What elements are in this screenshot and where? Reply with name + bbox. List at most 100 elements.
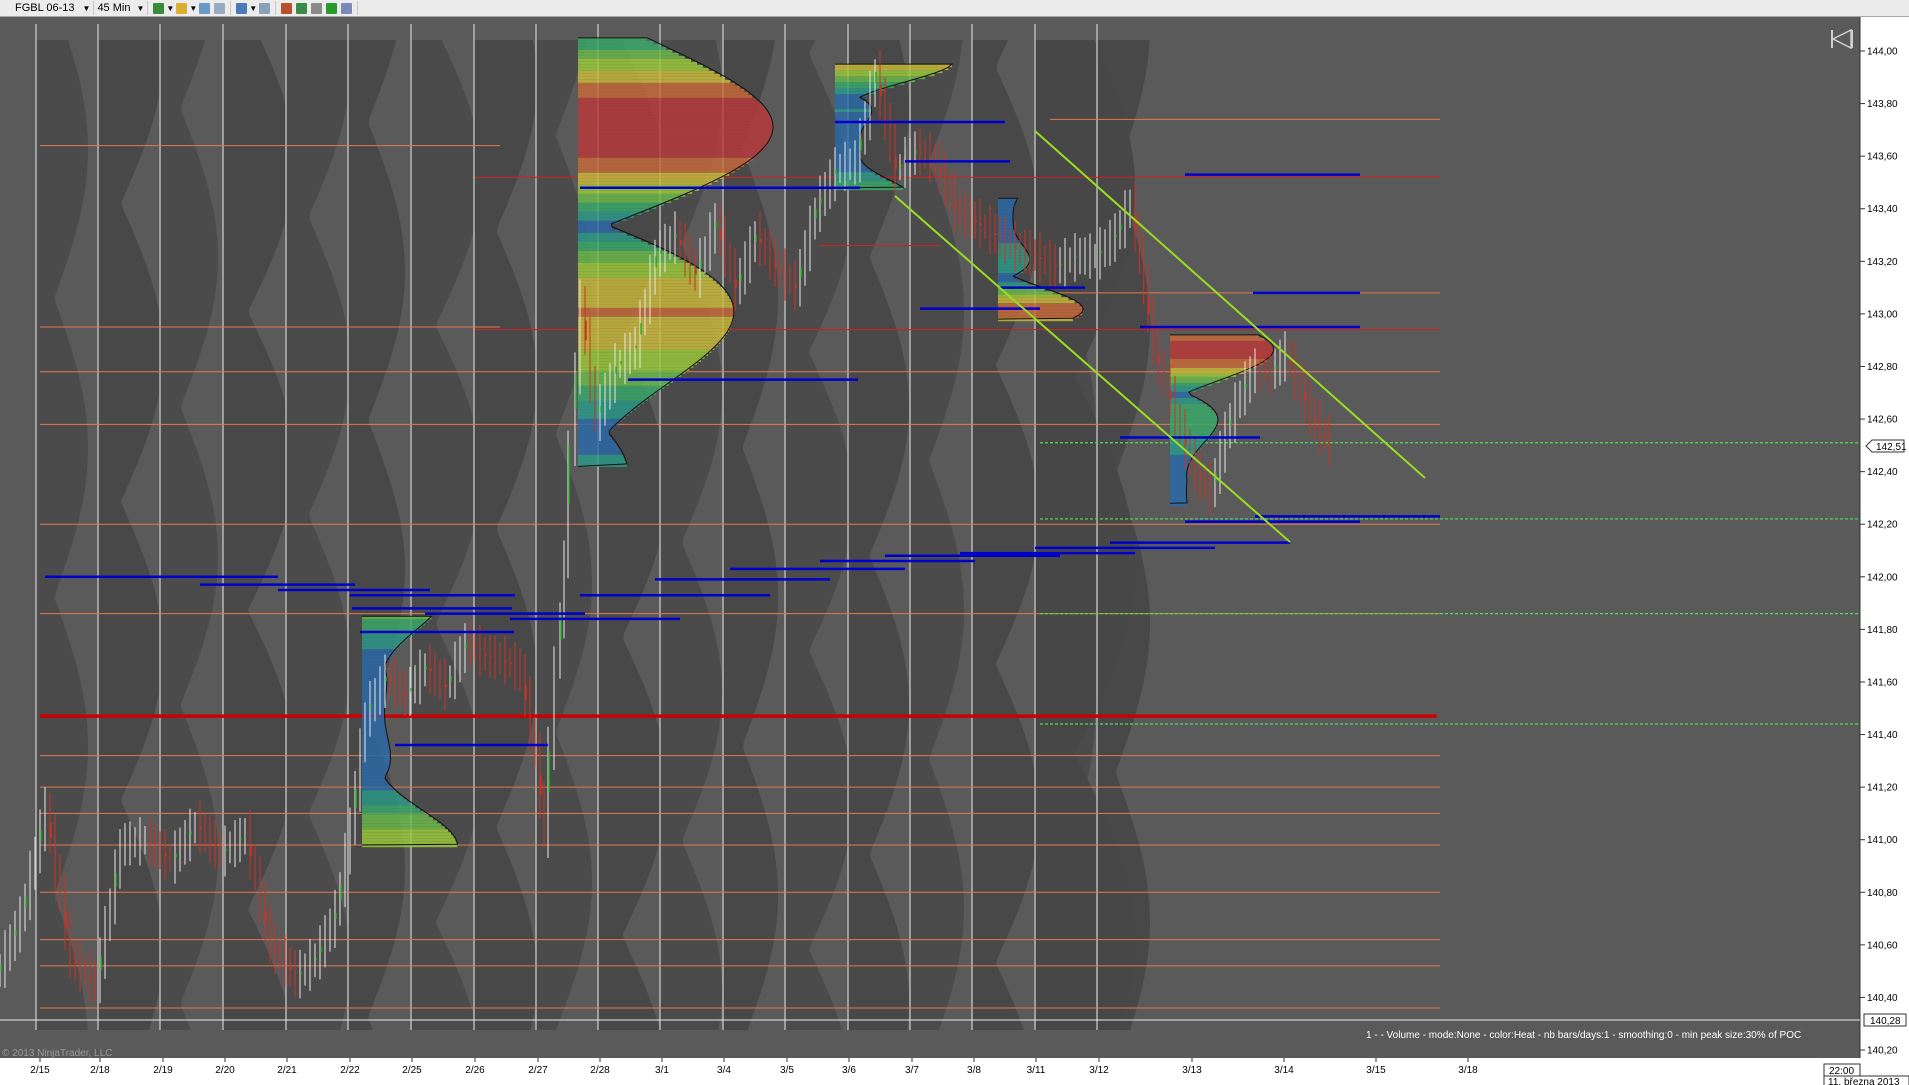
magnifier-icon[interactable] (259, 2, 271, 14)
time-tick-label: 2/18 (90, 1065, 110, 1076)
strategies-icon[interactable] (311, 2, 323, 14)
zoom-in-icon[interactable] (199, 2, 211, 14)
heat-profile-row (1170, 484, 1187, 488)
heat-profile-row (362, 820, 438, 824)
heat-profile-row (362, 748, 390, 752)
crosshair-icon[interactable] (236, 2, 248, 14)
heat-profile-row (1170, 427, 1216, 431)
heat-profile-row (578, 295, 730, 299)
heat-profile-row (578, 424, 616, 428)
heat-profile-row (835, 133, 861, 137)
heat-profile-row (578, 319, 733, 323)
chevron-down-icon[interactable]: ▼ (83, 4, 91, 13)
heat-profile-row (998, 303, 1080, 307)
heat-profile-row (578, 370, 686, 374)
chart-properties-icon[interactable] (281, 2, 293, 14)
heat-profile-row (578, 448, 621, 452)
chart-toolbar: FGBL 06-13 ▼ 45 Min ▼ ▼ ▼ ▼ (0, 0, 1909, 17)
instrument-selector[interactable]: FGBL 06-13 ▼ (0, 1, 95, 15)
money-icon[interactable] (326, 2, 338, 14)
time-tick-label: 3/1 (655, 1065, 669, 1076)
time-tick-label: 2/19 (153, 1065, 173, 1076)
heat-profile-row (362, 751, 391, 755)
heat-profile-row (578, 130, 773, 134)
heat-profile-row (578, 274, 709, 278)
heat-profile-row (578, 238, 641, 242)
chevron-down-icon[interactable]: ▼ (166, 4, 174, 13)
heat-profile-row (1170, 493, 1187, 497)
heat-profile-row (1170, 358, 1268, 362)
time-tick-label: 3/12 (1089, 1065, 1109, 1076)
heat-profile-row (362, 778, 385, 782)
heat-profile-row (998, 252, 1028, 256)
heat-profile-row (1170, 349, 1274, 353)
time-tick-label: 2/28 (590, 1065, 610, 1076)
time-tick-label: 3/18 (1458, 1065, 1478, 1076)
heat-profile-row (578, 109, 767, 113)
heat-profile-row (362, 646, 399, 650)
heat-profile-row (578, 355, 705, 359)
heat-profile-row (578, 154, 757, 158)
pencil-icon[interactable] (176, 2, 188, 14)
interval-selector[interactable]: 45 Min ▼ (94, 1, 149, 15)
heat-profile-row (835, 127, 864, 131)
heat-profile-row (998, 312, 1082, 316)
heat-profile-row (998, 207, 1014, 211)
heat-profile-row (362, 760, 391, 764)
price-tick-label: 142,40 (1867, 467, 1898, 478)
heat-profile-row (1170, 442, 1204, 446)
chevron-down-icon[interactable]: ▼ (136, 4, 144, 13)
time-label-box: 22:00 (1823, 1063, 1861, 1077)
heat-profile-row (578, 115, 771, 119)
chevron-down-icon[interactable]: ▼ (189, 4, 197, 13)
heat-profile-row (578, 382, 669, 386)
heat-profile-row (578, 73, 720, 77)
data-box-icon[interactable] (341, 2, 353, 14)
heat-profile-row (362, 736, 388, 740)
heat-profile-row (578, 160, 749, 164)
heat-profile-row (362, 763, 391, 767)
heat-profile-row (578, 289, 726, 293)
heat-profile-row (362, 634, 411, 638)
heat-profile-row (362, 775, 386, 779)
heat-profile-row (362, 733, 387, 737)
heat-profile-row (362, 697, 386, 701)
heat-profile-row (362, 673, 387, 677)
chevron-down-icon[interactable]: ▼ (249, 4, 257, 13)
heat-profile-row (578, 79, 731, 83)
time-tick-label: 3/6 (842, 1065, 856, 1076)
heat-profile-row (362, 682, 387, 686)
heat-profile-row (362, 784, 390, 788)
heat-profile-row (578, 406, 636, 410)
heat-profile-row (578, 142, 768, 146)
bar-type-icon[interactable] (153, 2, 165, 14)
heat-profile-row (362, 625, 422, 629)
zoom-out-icon[interactable] (214, 2, 226, 14)
heat-profile-row (835, 136, 861, 140)
heat-profile-row (362, 664, 386, 668)
heat-profile-row (578, 439, 615, 443)
price-chart[interactable]: 144,00 143,80 143,60 143,40 143,20 143,00 142,… (0, 17, 1909, 1085)
heat-profile-row (835, 163, 864, 167)
heat-profile-row (578, 214, 634, 218)
heat-profile-row (578, 49, 673, 53)
tool-group: ▼ ▼ (148, 1, 232, 15)
heat-profile-row (578, 244, 655, 248)
heat-profile-row (578, 61, 697, 65)
heat-profile-row (1170, 337, 1265, 341)
heat-profile-row (578, 241, 648, 245)
heat-profile-row (578, 457, 625, 461)
heat-profile-row (835, 139, 860, 143)
heat-profile-row (1170, 403, 1208, 407)
heat-profile-row (1170, 457, 1193, 461)
indicators-icon[interactable] (296, 2, 308, 14)
heat-profile-row (578, 223, 612, 227)
heat-profile-row (578, 283, 720, 287)
heat-profile-row (362, 787, 393, 791)
heat-profile-row (578, 76, 726, 80)
heat-profile-row (835, 100, 865, 104)
heat-profile-row (1170, 490, 1187, 494)
heat-profile-row (578, 373, 682, 377)
heat-profile-row (1170, 496, 1187, 500)
heat-profile-row (998, 276, 1014, 280)
